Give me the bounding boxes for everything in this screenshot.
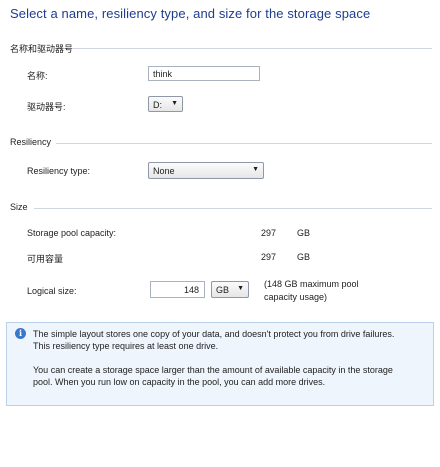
drive-letter-select[interactable]: D: ▼	[148, 96, 183, 112]
pool-capacity-label: Storage pool capacity:	[27, 228, 117, 238]
resiliency-group-heading: Resiliency	[10, 137, 52, 147]
drive-letter-value: D:	[153, 100, 162, 110]
info-icon: i	[15, 328, 26, 339]
logical-size-value: 148	[183, 285, 199, 295]
pool-capacity-value: 297	[261, 228, 277, 238]
name-input[interactable]: think	[148, 66, 260, 81]
page-title: Select a name, resiliency type, and size…	[10, 6, 371, 21]
resiliency-type-select[interactable]: None ▼	[148, 162, 264, 179]
logical-size-label: Logical size:	[27, 286, 77, 296]
info-note-line4: pool. When you run low on capacity in th…	[33, 377, 326, 387]
chevron-down-icon: ▼	[252, 166, 259, 173]
resiliency-type-label: Resiliency type:	[27, 166, 91, 176]
chevron-down-icon: ▼	[237, 285, 244, 292]
info-note-line3: You can create a storage space larger th…	[33, 365, 393, 375]
info-note-line2: This resiliency type requires at least o…	[33, 341, 219, 351]
group-divider	[72, 48, 432, 49]
name-drive-group-heading: 名称和驱动器号	[10, 44, 74, 54]
available-capacity-label: 可用容量	[27, 254, 64, 264]
chevron-down-icon: ▼	[171, 100, 178, 107]
available-capacity-value: 297	[261, 252, 277, 262]
available-capacity-unit: GB	[297, 252, 311, 262]
logical-size-input[interactable]: 148	[150, 281, 205, 298]
group-divider	[56, 143, 432, 144]
size-group-heading: Size	[10, 202, 28, 212]
drive-letter-label: 驱动器号:	[27, 102, 66, 112]
logical-size-unit-select[interactable]: GB ▼	[211, 281, 249, 298]
logical-size-note-line2: capacity usage)	[264, 292, 328, 302]
resiliency-type-value: None	[153, 166, 175, 176]
info-note-line1: The simple layout stores one copy of you…	[33, 329, 395, 339]
logical-size-unit-value: GB	[216, 285, 230, 295]
group-divider	[34, 208, 432, 209]
pool-capacity-unit: GB	[297, 228, 311, 238]
name-label: 名称:	[27, 71, 48, 81]
logical-size-note-line1: (148 GB maximum pool	[264, 279, 359, 289]
